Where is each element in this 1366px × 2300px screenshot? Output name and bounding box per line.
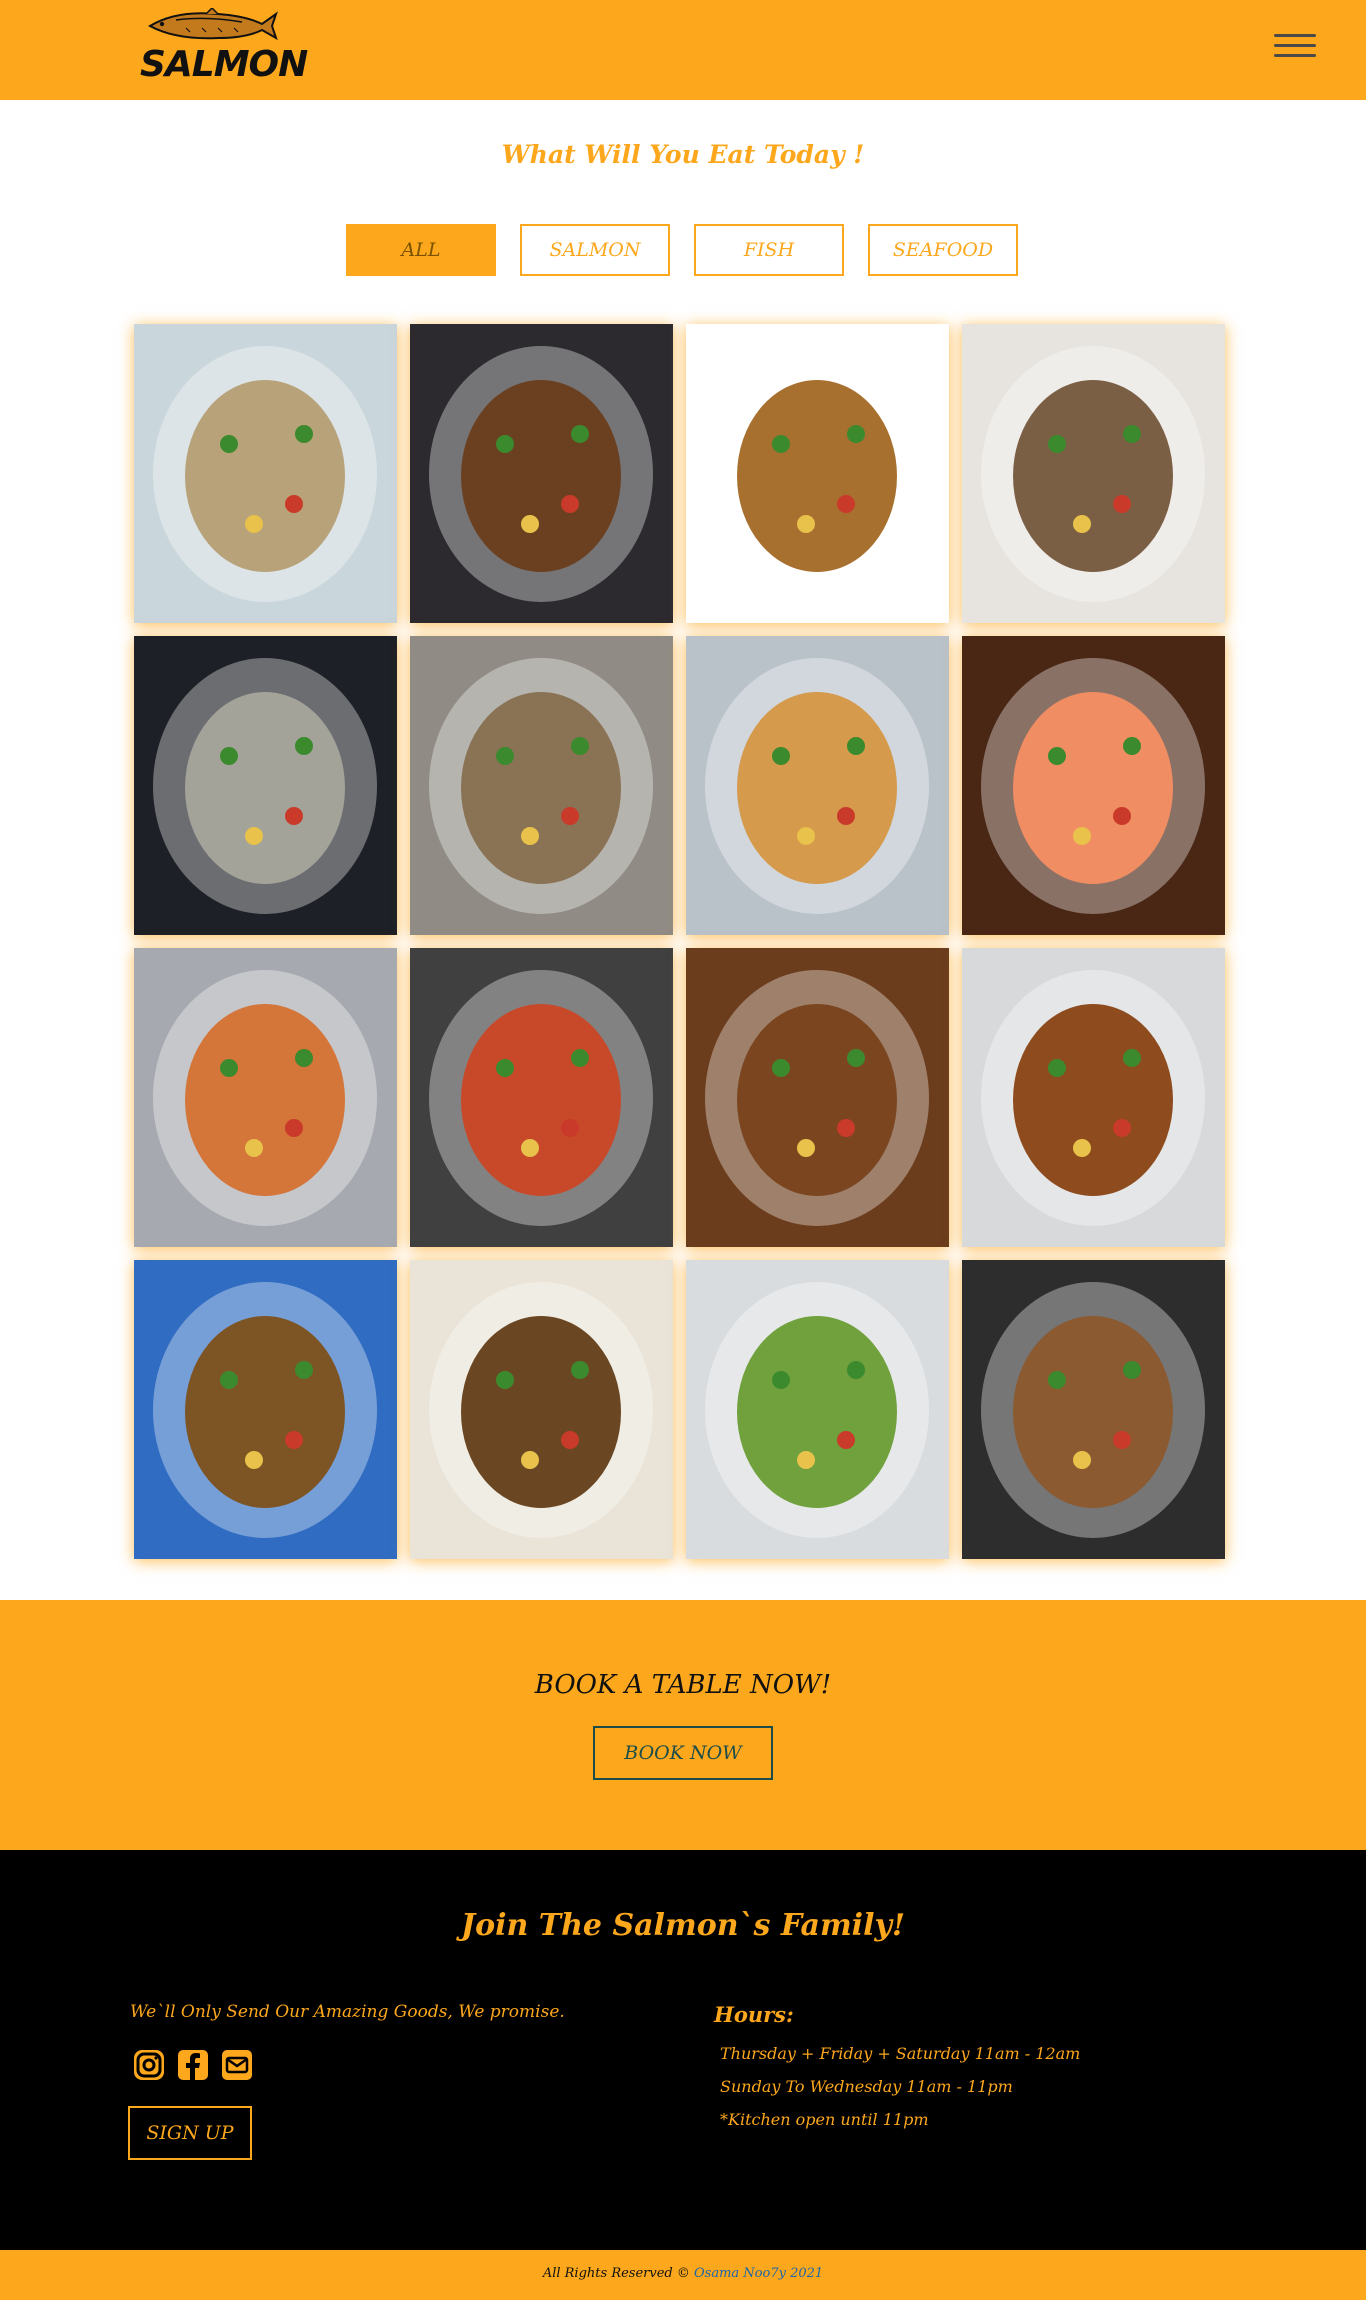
dish-photo[interactable]	[410, 324, 673, 623]
dish-image	[686, 948, 949, 1247]
dish-image	[134, 1260, 397, 1559]
dish-photo[interactable]	[686, 636, 949, 935]
site-footer: Join The Salmon`s Family! We`ll Only Sen…	[0, 1850, 1366, 2250]
dish-photo[interactable]	[410, 636, 673, 935]
filter-all-button[interactable]: ALL	[346, 224, 496, 276]
dish-photo[interactable]	[686, 948, 949, 1247]
dish-photo[interactable]	[686, 324, 949, 623]
sign-up-button[interactable]: SIGN UP	[128, 2106, 252, 2160]
site-header: SALMON	[0, 0, 1366, 100]
dish-image	[410, 1260, 673, 1559]
dish-photo[interactable]	[134, 636, 397, 935]
book-table-section: BOOK A TABLE NOW! BOOK NOW	[0, 1600, 1366, 1850]
logo[interactable]: SALMON	[138, 8, 308, 88]
hamburger-menu-icon[interactable]	[1274, 34, 1316, 62]
filter-bar: ALL SALMON FISH SEAFOOD	[346, 224, 1020, 278]
dish-photo[interactable]	[134, 1260, 397, 1559]
filter-salmon-button[interactable]: SALMON	[520, 224, 670, 276]
dish-photo[interactable]	[962, 1260, 1225, 1559]
filter-fish-button[interactable]: FISH	[694, 224, 844, 276]
dish-image	[410, 324, 673, 623]
dish-image	[134, 636, 397, 935]
dish-image	[686, 1260, 949, 1559]
book-title: BOOK A TABLE NOW!	[534, 1670, 832, 1700]
menu-bar	[1274, 34, 1316, 37]
copyright-bar: All Rights Reserved © Osama Noo7y 2021	[0, 2250, 1366, 2300]
instagram-icon[interactable]	[132, 2048, 166, 2082]
fish-icon	[147, 8, 278, 41]
dish-image	[962, 324, 1225, 623]
hours-line: *Kitchen open until 11pm	[720, 2110, 929, 2129]
author-link[interactable]: Osama Noo7y 2021	[694, 2266, 823, 2281]
dish-image	[410, 636, 673, 935]
dish-image	[686, 636, 949, 935]
dish-image	[962, 1260, 1225, 1559]
hours-line: Sunday To Wednesday 11am - 11pm	[720, 2077, 1013, 2096]
dish-photo[interactable]	[410, 1260, 673, 1559]
hours-title: Hours:	[714, 2002, 794, 2027]
dish-image	[686, 324, 949, 623]
dish-photo[interactable]	[410, 948, 673, 1247]
copyright-text: All Rights Reserved ©	[542, 2266, 690, 2281]
facebook-icon[interactable]	[176, 2048, 210, 2082]
hours-line: Thursday + Friday + Saturday 11am - 12am	[720, 2044, 1081, 2063]
dish-image	[962, 636, 1225, 935]
dish-photo[interactable]	[134, 948, 397, 1247]
dish-image	[134, 948, 397, 1247]
dish-photo[interactable]	[134, 324, 397, 623]
join-title: Join The Salmon`s Family!	[460, 1908, 906, 1943]
filter-seafood-button[interactable]: SEAFOOD	[868, 224, 1018, 276]
dish-image	[962, 948, 1225, 1247]
menu-bar	[1274, 44, 1316, 47]
dish-image	[410, 948, 673, 1247]
dish-photo[interactable]	[686, 1260, 949, 1559]
newsletter-text: We`ll Only Send Our Amazing Goods, We pr…	[130, 2002, 565, 2022]
email-icon[interactable]	[220, 2048, 254, 2082]
menu-bar	[1274, 54, 1316, 57]
dish-image	[134, 324, 397, 623]
dish-photo[interactable]	[962, 324, 1225, 623]
book-now-button[interactable]: BOOK NOW	[593, 1726, 773, 1780]
page-title: What Will You Eat Today !	[501, 140, 865, 169]
logo-text: SALMON	[140, 44, 308, 85]
dish-photo[interactable]	[962, 948, 1225, 1247]
dish-photo[interactable]	[962, 636, 1225, 935]
